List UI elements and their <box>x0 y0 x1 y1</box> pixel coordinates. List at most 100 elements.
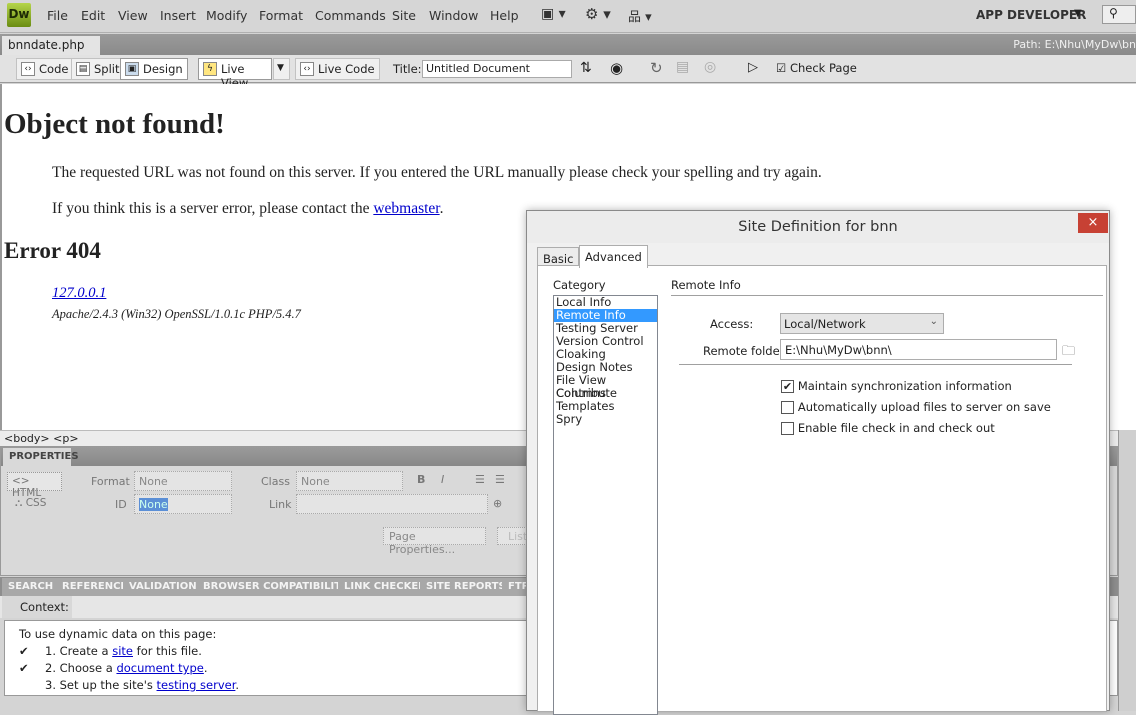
split-label: Split <box>94 62 120 76</box>
checkbox[interactable] <box>781 401 794 414</box>
menu-view[interactable]: View <box>118 8 148 23</box>
document-tab-label: bnndate.php <box>8 38 85 52</box>
option-maintain-sync[interactable]: ✔ Maintain synchronization information <box>781 379 1012 393</box>
category-list[interactable]: Local Info Remote Info Testing Server Ve… <box>553 295 658 715</box>
list-item-button[interactable]: List <box>497 527 527 545</box>
bold-icon[interactable]: B <box>417 473 425 486</box>
format-label: Format <box>91 475 130 488</box>
checkbox-checked[interactable]: ✔ <box>781 380 794 393</box>
tab-search[interactable]: SEARCH <box>2 578 61 596</box>
format-select[interactable]: None <box>134 471 232 491</box>
document-tab[interactable]: bnndate.php × <box>2 36 100 66</box>
folder-icon[interactable]: 🗀 <box>1062 342 1075 364</box>
design-label: Design <box>143 62 183 76</box>
option-auto-upload[interactable]: Automatically upload files to server on … <box>781 400 1051 414</box>
step-text: . <box>203 661 208 675</box>
live-view-dropdown[interactable]: ▼ <box>273 58 290 80</box>
menu-help[interactable]: Help <box>490 8 519 23</box>
host-link[interactable]: 127.0.0.1 <box>52 285 106 301</box>
design-view-button[interactable]: ▣ Design <box>120 58 188 80</box>
visual-aids-icon[interactable]: ◎ <box>704 59 716 75</box>
layout-icon[interactable]: ▣ ▾ <box>541 6 566 22</box>
live-code-button[interactable]: ‹› Live Code <box>295 58 380 80</box>
link-label: Link <box>269 498 292 511</box>
option-label: Automatically upload files to server on … <box>797 400 1051 414</box>
remote-folder-input[interactable]: E:\Nhu\MyDw\bnn\ <box>780 339 1057 360</box>
option-check-in-out[interactable]: Enable file check in and check out <box>781 421 995 435</box>
check-page-button[interactable]: ☑ Check Page <box>776 61 857 75</box>
class-select[interactable]: None <box>296 471 403 491</box>
menu-format[interactable]: Format <box>259 8 303 23</box>
view-options-icon[interactable]: ▤ <box>676 59 689 75</box>
menu-edit[interactable]: Edit <box>81 8 105 23</box>
link-input[interactable] <box>296 494 488 514</box>
id-value: None <box>139 498 168 511</box>
menu-window[interactable]: Window <box>429 8 478 23</box>
file-transfer-icon[interactable]: ⇅ <box>580 60 592 76</box>
panel-scrollbar[interactable] <box>1118 430 1136 711</box>
code-icon: <> <box>12 475 30 487</box>
tab-validation[interactable]: VALIDATION <box>123 578 204 596</box>
advanced-panel: Category Local Info Remote Info Testing … <box>537 265 1107 715</box>
tab-link-checker[interactable]: LINK CHECKER <box>338 578 433 596</box>
webmaster-link[interactable]: webmaster <box>373 200 439 217</box>
title-label: Title: <box>393 62 422 76</box>
section-divider <box>671 295 1103 296</box>
menu-site[interactable]: Site <box>392 8 416 23</box>
gear-icon[interactable]: ⚙ ▾ <box>585 5 611 23</box>
live-code-icon: ‹› <box>300 62 314 76</box>
tab-site-reports[interactable]: SITE REPORTS <box>420 578 513 596</box>
preview-browser-icon[interactable]: ◉ <box>610 59 623 77</box>
server-signature: Apache/2.4.3 (Win32) OpenSSL/1.0.1c PHP/… <box>52 307 301 321</box>
code-view-button[interactable]: ‹› Code <box>16 58 74 80</box>
title-input[interactable]: Untitled Document <box>422 60 572 78</box>
css-label: CSS <box>25 497 47 509</box>
menu-commands[interactable]: Commands <box>315 8 386 23</box>
testing-server-link[interactable]: testing server <box>157 678 236 692</box>
validate-icon[interactable]: ▷ <box>748 60 758 75</box>
menu-insert[interactable]: Insert <box>160 8 196 23</box>
italic-icon[interactable]: I <box>441 473 444 486</box>
section-title: Remote Info <box>671 278 741 292</box>
tab-browser-compatibility[interactable]: BROWSER COMPATIBILITY <box>197 578 356 596</box>
page-properties-button[interactable]: Page Properties... <box>383 527 486 556</box>
check-page-label: Check Page <box>789 61 857 75</box>
refresh-icon[interactable]: ↻ <box>650 59 663 77</box>
host-address: 127.0.0.1 <box>52 285 106 302</box>
menu-file[interactable]: File <box>47 8 68 23</box>
site-map-icon[interactable]: 品 ▾ <box>628 6 652 25</box>
search-icon[interactable]: ⚲ <box>1102 5 1136 24</box>
step-2: ✔ 2. Choose a document type. <box>19 661 207 675</box>
css-mode-button[interactable]: ⛬ CSS <box>15 497 46 510</box>
document-type-link[interactable]: document type <box>116 661 203 675</box>
unordered-list-icon[interactable]: ☰ <box>475 473 485 486</box>
step-text: 3. Set up the site's <box>45 678 157 692</box>
tab-basic[interactable]: Basic <box>537 247 580 267</box>
point-to-file-icon[interactable]: ⊕ <box>493 497 502 510</box>
properties-tab[interactable]: PROPERTIES <box>3 448 79 466</box>
remote-folder-label: Remote folder: <box>703 344 789 358</box>
contact-message: If you think this is a server error, ple… <box>52 200 444 218</box>
split-view-button[interactable]: ▤ Split <box>71 58 125 80</box>
css-icon: ⛬ <box>15 497 26 509</box>
code-icon: ‹› <box>21 62 35 76</box>
live-view-button[interactable]: ϟ Live View <box>198 58 272 90</box>
close-button[interactable]: × <box>1078 213 1108 233</box>
chevron-down-icon[interactable]: ▼ <box>1074 8 1082 19</box>
id-select[interactable]: None <box>134 494 232 514</box>
category-spry[interactable]: Spry <box>554 413 657 426</box>
workspace-switcher[interactable]: APP DEVELOPER <box>976 8 1086 22</box>
step-text: 1. Create a <box>45 644 113 658</box>
tab-advanced[interactable]: Advanced <box>579 245 648 268</box>
period: . <box>439 200 444 217</box>
access-select[interactable]: Local/Network ⌄ <box>780 313 944 334</box>
access-label: Access: <box>710 317 754 331</box>
site-link[interactable]: site <box>112 644 133 658</box>
step-text: for this file. <box>132 644 202 658</box>
checkbox[interactable] <box>781 422 794 435</box>
menu-modify[interactable]: Modify <box>206 8 247 23</box>
document-path: Path: E:\Nhu\MyDw\bn <box>1013 38 1136 51</box>
split-icon: ▤ <box>76 62 90 76</box>
ordered-list-icon[interactable]: ☰ <box>495 473 505 486</box>
html-mode-button[interactable]: <> HTML <box>7 472 62 499</box>
